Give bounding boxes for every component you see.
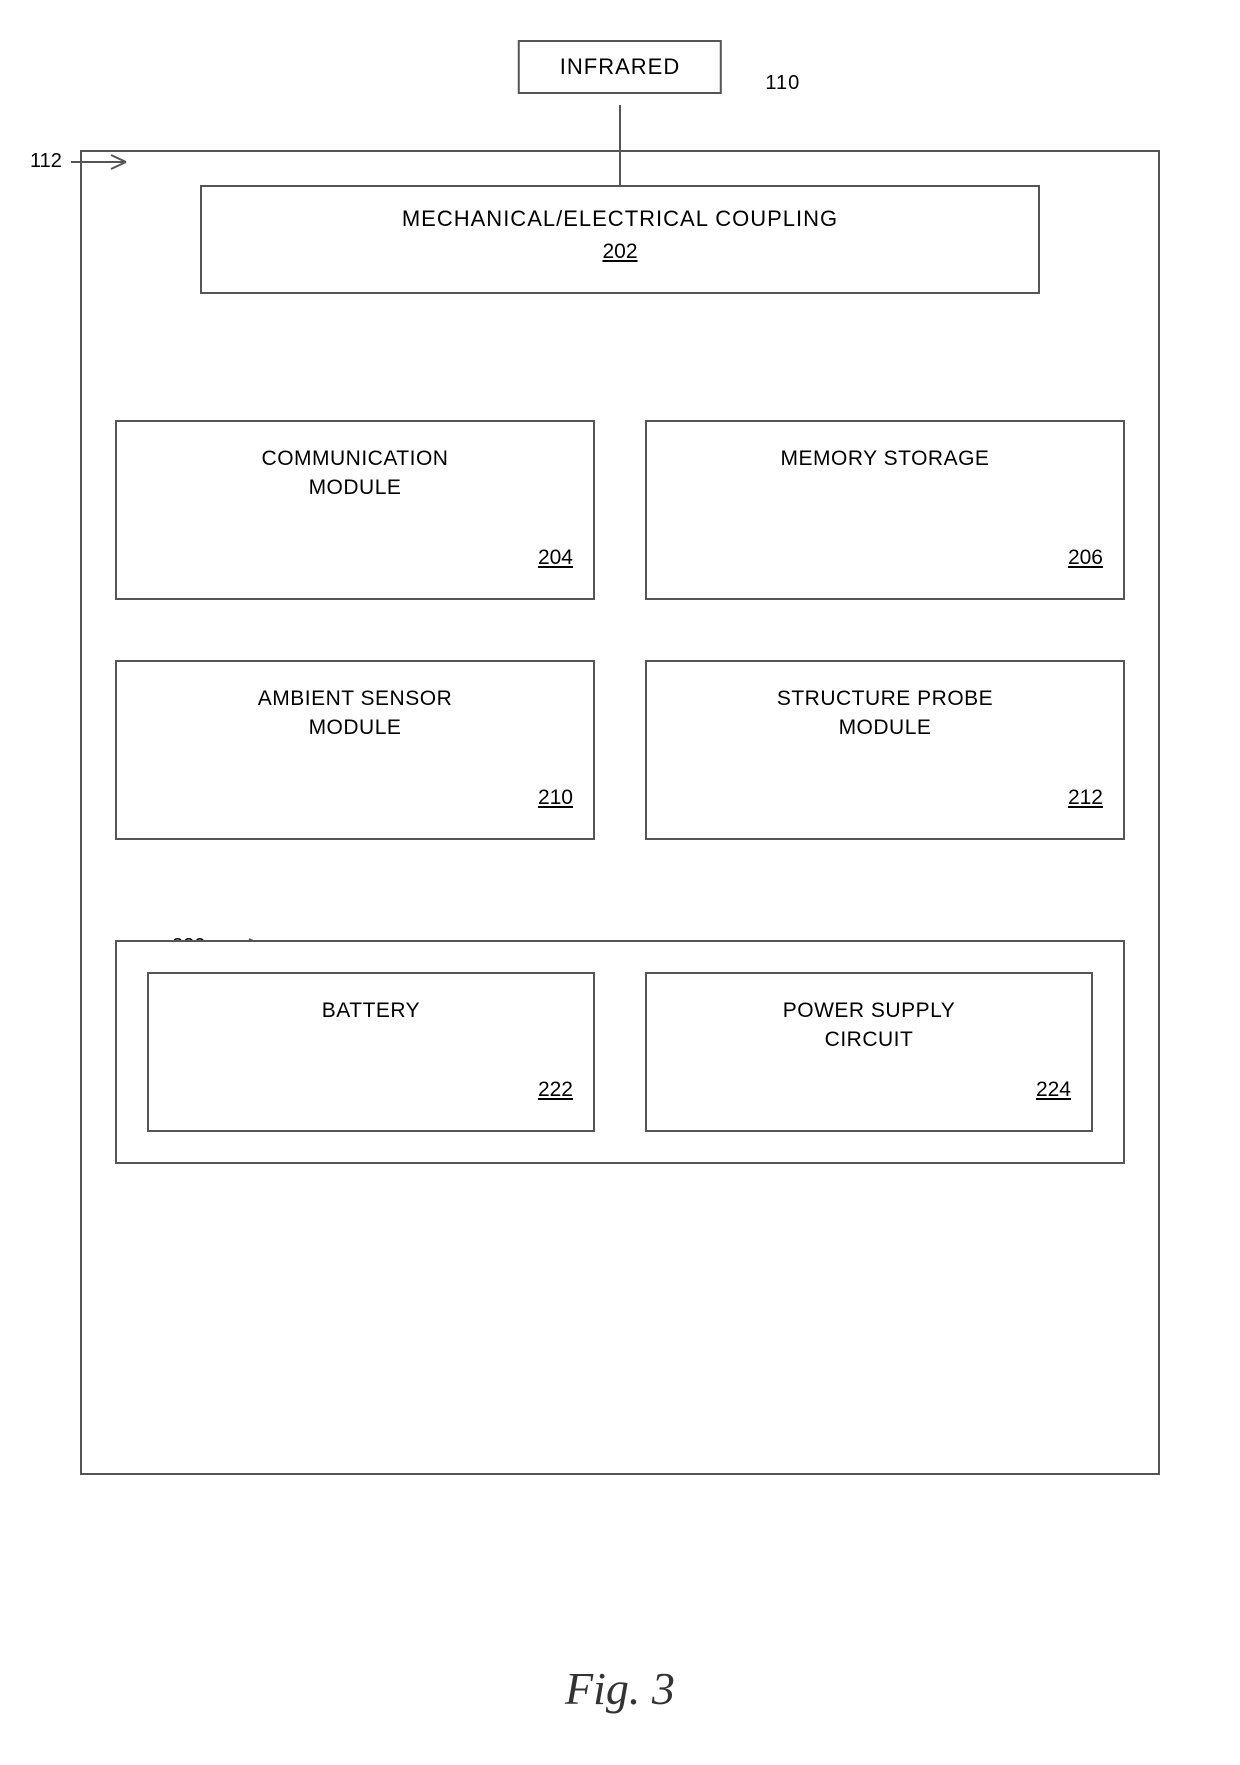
power-supply-circuit-box: POWER SUPPLYCIRCUIT 224 (645, 972, 1093, 1132)
comm-module-box: COMMUNICATIONMODULE 204 (115, 420, 595, 600)
power-supply-label: POWER SUPPLYCIRCUIT (667, 996, 1071, 1055)
power-inner-row: BATTERY 222 POWER SUPPLYCIRCUIT 224 (147, 972, 1093, 1132)
infrared-box: INFRARED 110 (518, 40, 722, 94)
structure-probe-box: STRUCTURE PROBEMODULE 212 (645, 660, 1125, 840)
structure-probe-ref: 212 (1068, 786, 1103, 810)
comm-module-ref: 204 (538, 546, 573, 570)
comm-module-label: COMMUNICATIONMODULE (137, 444, 573, 503)
mec-coupling-label: MECHANICAL/ELECTRICAL COUPLING (402, 206, 838, 231)
connect-line (619, 105, 621, 185)
diagram-container: INFRARED 110 112 MECHANICAL/ELECTRICAL C… (0, 0, 1240, 1765)
ambient-sensor-label: AMBIENT SENSORMODULE (137, 684, 573, 743)
battery-ref: 222 (538, 1078, 573, 1102)
memory-storage-label: MEMORY STORAGE (667, 444, 1103, 473)
power-section-box: BATTERY 222 POWER SUPPLYCIRCUIT 224 (115, 940, 1125, 1164)
mid-row-1: COMMUNICATIONMODULE 204 MEMORY STORAGE 2… (115, 420, 1125, 600)
ambient-sensor-ref: 210 (538, 786, 573, 810)
battery-label: BATTERY (169, 996, 573, 1025)
mid-row-2: AMBIENT SENSORMODULE 210 STRUCTURE PROBE… (115, 660, 1125, 840)
memory-storage-box: MEMORY STORAGE 206 (645, 420, 1125, 600)
ref-112-label: 112 (30, 150, 131, 173)
ambient-sensor-box: AMBIENT SENSORMODULE 210 (115, 660, 595, 840)
figure-label: Fig. 3 (565, 1662, 675, 1715)
mec-coupling-ref: 202 (222, 240, 1018, 264)
battery-box: BATTERY 222 (147, 972, 595, 1132)
mec-coupling-box: MECHANICAL/ELECTRICAL COUPLING 202 (200, 185, 1040, 294)
infrared-label: INFRARED (560, 54, 680, 79)
power-supply-ref: 224 (1036, 1078, 1071, 1102)
ref-110: 110 (765, 72, 800, 95)
memory-storage-ref: 206 (1068, 546, 1103, 570)
structure-probe-label: STRUCTURE PROBEMODULE (667, 684, 1103, 743)
